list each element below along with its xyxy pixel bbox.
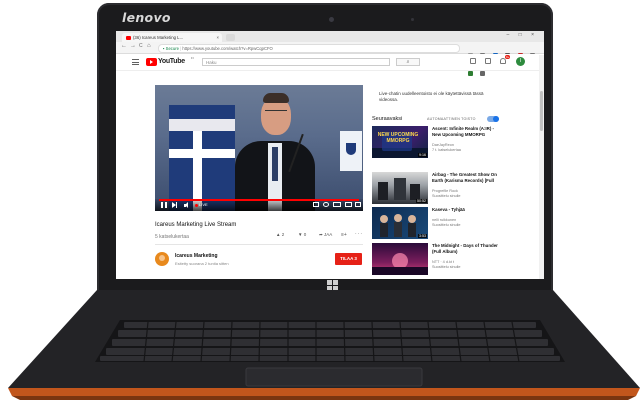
screen: (36) Icareus Marketing L... × – □ × ← → …	[116, 31, 544, 279]
back-arrow-icon[interactable]: ←	[121, 43, 127, 49]
progress-bar[interactable]	[159, 199, 359, 201]
like-button[interactable]: ▲ 2	[276, 232, 284, 237]
thumbnail-art	[372, 253, 428, 275]
apps-grid-icon[interactable]	[485, 58, 491, 64]
recommended-title[interactable]: Airbag - The Greatest Show On Earth (Kar…	[432, 172, 502, 183]
thumbs-down-icon: ▼	[298, 232, 303, 237]
recommended-video[interactable]: The Midnight - Days of Thunder (Full Alb…	[372, 243, 532, 279]
like-count: 2	[281, 232, 285, 237]
video-player[interactable]: LIVE	[155, 85, 363, 211]
hamburger-menu-icon[interactable]	[132, 59, 139, 67]
thumbnail-text: NEW UPCOMING MMORPG	[377, 132, 419, 144]
youtube-wordmark: YouTube	[158, 58, 185, 65]
youtube-favicon-icon	[126, 35, 131, 40]
browser-tab-strip: (36) Icareus Marketing L... × – □ ×	[116, 31, 544, 42]
video-duration: 50:52	[416, 198, 427, 203]
recommended-meta: Suosittelu sinulle	[432, 223, 461, 227]
reload-icon[interactable]: C	[139, 43, 143, 49]
video-title: Icareus Marketing Live Stream	[155, 222, 237, 228]
settings-gear-icon[interactable]	[323, 202, 329, 207]
speaker-hair	[263, 93, 289, 103]
dislike-count: 0	[303, 232, 307, 237]
live-dot-icon	[195, 204, 198, 207]
account-avatar[interactable]: I	[516, 57, 525, 66]
notification-badge: 9+	[505, 55, 511, 59]
add-to-playlist-icon[interactable]: ≡+	[341, 232, 347, 238]
browser-toolbar: ← → C ⌂ ▪ Secure | https://www.youtube.c…	[116, 42, 544, 76]
recommended-title[interactable]: Ascent: Infinite Realm (A:IR) - New Upco…	[432, 126, 502, 137]
share-arrow-icon: ➦	[319, 232, 323, 237]
window-controls[interactable]: – □ ×	[507, 32, 539, 38]
extension-icons	[468, 45, 544, 76]
speaker-glasses	[265, 110, 287, 114]
more-actions-icon[interactable]: ···	[355, 231, 363, 237]
video-duration: 9:16	[418, 152, 427, 157]
laptop-keyboard-deck	[8, 290, 640, 400]
video-thumbnail[interactable]: NEW UPCOMING MMORPG 9:16	[372, 126, 428, 158]
search-input[interactable]: Haku	[202, 58, 390, 66]
view-count: 5 katselukertaa	[155, 234, 189, 240]
banner-band	[169, 119, 235, 131]
up-next-heading: Seuraavaksi	[372, 116, 403, 122]
share-button[interactable]: ➦ JAA	[319, 232, 332, 238]
volume-icon[interactable]	[184, 202, 191, 208]
autoplay-label: AUTOMAATTINEN TOISTO	[427, 117, 476, 121]
dislike-button[interactable]: ▼ 0	[298, 232, 306, 237]
light-sensor	[411, 18, 414, 21]
home-icon[interactable]: ⌂	[147, 43, 151, 49]
video-thumbnail[interactable]	[372, 243, 428, 275]
share-label: JAA	[324, 232, 333, 237]
tab-title: (36) Icareus Marketing L...	[133, 35, 184, 40]
scrollbar-thumb[interactable]	[540, 91, 543, 131]
lenovo-logo: lenovo	[122, 10, 171, 25]
video-duration: 3:53	[418, 233, 427, 238]
country-code: FI	[191, 56, 194, 60]
autoplay-toggle[interactable]	[487, 116, 499, 122]
recommended-meta: Suosittelu sinulle	[432, 194, 461, 198]
youtube-play-icon	[146, 58, 157, 66]
recommended-title[interactable]: Kaseva - Tyhjää	[432, 207, 502, 213]
thumbs-up-icon: ▲	[276, 232, 281, 237]
flag-emblem	[346, 143, 356, 155]
youtube-header: YouTube FI Haku ⌕ 9+ I	[116, 54, 544, 71]
recommended-video[interactable]: 50:52 Airbag - The Greatest Show On Eart…	[372, 172, 532, 208]
subscribe-button[interactable]: TILAA 3	[335, 253, 362, 265]
stream-date: Esitetty suorana 2 tuntia sitten	[175, 261, 229, 266]
live-chat-note: Live-chatin uudelleentoisto ei ole käyte…	[379, 91, 484, 103]
webcam-icon	[329, 17, 334, 22]
banner-cross	[169, 149, 235, 158]
new-tab-button[interactable]	[226, 34, 235, 41]
page-scrollbar[interactable]	[539, 55, 544, 279]
recommended-meta: 7 t. katselukertaa	[432, 148, 461, 152]
tab-close-icon[interactable]: ×	[216, 33, 219, 42]
recommended-video[interactable]: 3:53 Kaseva - Tyhjää nelli ruikkunen Suo…	[372, 207, 532, 243]
theater-mode-icon[interactable]	[345, 202, 352, 207]
browser-tab[interactable]: (36) Icareus Marketing L... ×	[122, 33, 222, 42]
chrome-menu-icon[interactable]	[480, 71, 486, 76]
search-button[interactable]: ⌕	[396, 58, 420, 66]
upload-video-icon[interactable]	[470, 58, 476, 64]
extension-icon[interactable]	[468, 71, 473, 76]
recommended-meta: Suosittelu sinulle	[432, 265, 461, 269]
divider	[155, 244, 363, 245]
channel-name[interactable]: Icareus Marketing	[175, 253, 218, 259]
recommended-title[interactable]: The Midnight - Days of Thunder (Full Alb…	[432, 243, 502, 254]
speaker-tie	[272, 147, 278, 181]
video-thumbnail[interactable]: 3:53	[372, 207, 428, 239]
next-video-icon[interactable]	[172, 202, 178, 208]
fullscreen-icon[interactable]	[355, 202, 361, 207]
channel-avatar[interactable]	[155, 252, 169, 266]
recommended-video[interactable]: NEW UPCOMING MMORPG 9:16 Ascent: Infinit…	[372, 126, 532, 162]
subtitles-icon[interactable]	[313, 202, 319, 207]
lock-icon: ▪	[163, 46, 165, 51]
video-thumbnail[interactable]: 50:52	[372, 172, 428, 204]
url-text: https://www.youtube.com/watch?v=RpwCqpCF…	[182, 46, 273, 51]
address-bar[interactable]: ▪ Secure | https://www.youtube.com/watch…	[158, 44, 460, 53]
live-label[interactable]: LIVE	[199, 202, 208, 208]
pause-icon[interactable]	[161, 202, 167, 208]
forward-arrow-icon[interactable]: →	[130, 43, 136, 49]
secure-label: Secure	[165, 46, 179, 51]
miniplayer-icon[interactable]	[333, 202, 341, 207]
